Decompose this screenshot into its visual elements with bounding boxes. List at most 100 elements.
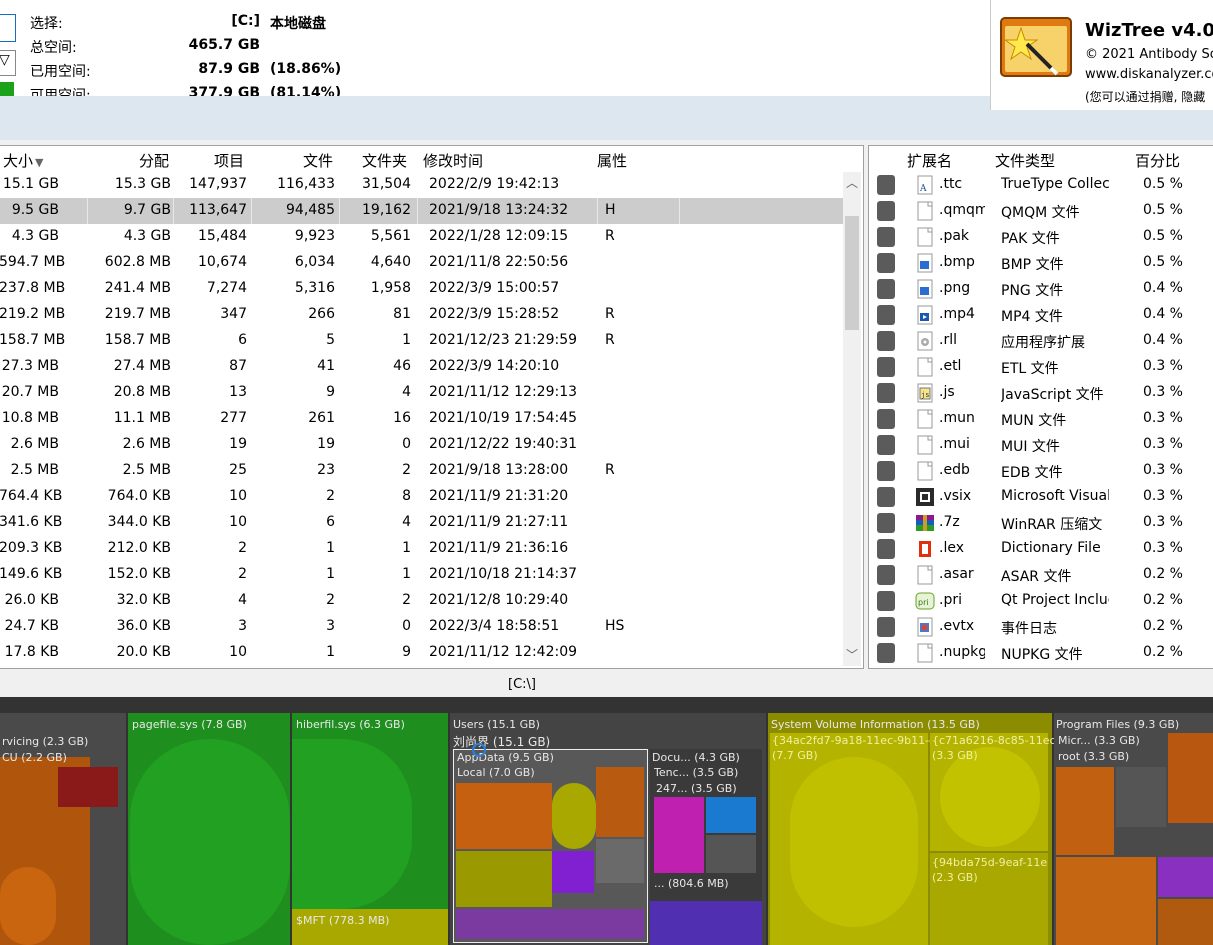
- extension-row[interactable]: .mui MUI 文件 0.3 %: [869, 432, 1213, 458]
- tm-local-gray[interactable]: [596, 839, 644, 883]
- table-row[interactable]: 10.8 MB 11.1 MB 277 261 16 2021/10/19 17:54:4…: [0, 406, 843, 432]
- extension-color-swatch[interactable]: [877, 513, 895, 533]
- tm-pf-orange2[interactable]: [1168, 733, 1213, 823]
- table-row[interactable]: 17.8 KB 20.0 KB 10 1 9 2021/11/12 12:42:09: [0, 640, 843, 666]
- column-items-header[interactable]: 项目: [214, 150, 244, 171]
- column-percent-header[interactable]: 百分比: [1135, 150, 1180, 171]
- extension-row[interactable]: .asar ASAR 文件 0.2 %: [869, 562, 1213, 588]
- tm-tencent-blue[interactable]: [706, 797, 756, 833]
- folder-table-scrollbar[interactable]: ︿ ﹀: [843, 172, 861, 666]
- extension-color-swatch[interactable]: [877, 435, 895, 455]
- extension-row[interactable]: .lex Dictionary File 0.3 %: [869, 536, 1213, 562]
- table-row[interactable]: 2.5 MB 2.5 MB 25 23 2 2021/9/18 13:28:00 R: [0, 458, 843, 484]
- table-row[interactable]: 4.3 GB 4.3 GB 15,484 9,923 5,561 2022/1/28 12…: [0, 224, 843, 250]
- tm-pf-orange[interactable]: [1056, 767, 1114, 855]
- extension-row[interactable]: A .ttc TrueType Collect 0.5 %: [869, 172, 1213, 198]
- extension-color-swatch[interactable]: [877, 565, 895, 585]
- column-size-header[interactable]: 大小 ▼: [3, 150, 43, 171]
- tm-local-purple[interactable]: [552, 851, 594, 893]
- tm-pf-purple[interactable]: [1158, 857, 1213, 897]
- scroll-down-icon[interactable]: ﹀: [846, 646, 858, 663]
- extension-color-swatch[interactable]: [877, 409, 895, 429]
- tm-tencent-magenta[interactable]: [654, 797, 704, 873]
- tm-pf-gray[interactable]: [1116, 767, 1166, 827]
- extension-row[interactable]: .qmqm QMQM 文件 0.5 %: [869, 198, 1213, 224]
- table-row[interactable]: 24.7 KB 36.0 KB 3 3 0 2022/3/4 18:58:51 HS: [0, 614, 843, 640]
- extension-row[interactable]: .mun MUN 文件 0.3 %: [869, 406, 1213, 432]
- tm-local-yellow[interactable]: [552, 783, 596, 849]
- column-folders-header[interactable]: 文件夹: [362, 150, 407, 171]
- extension-color-swatch[interactable]: [877, 201, 895, 221]
- tm-servicing-blob[interactable]: [0, 867, 56, 945]
- cell-file-type: MP4 文件: [1001, 309, 1063, 325]
- scroll-up-icon[interactable]: ︿: [846, 174, 858, 191]
- column-extension-header[interactable]: 扩展名: [907, 150, 952, 171]
- extension-row[interactable]: .mp4 MP4 文件 0.4 %: [869, 302, 1213, 328]
- table-row[interactable]: 237.8 MB 241.4 MB 7,274 5,316 1,958 2022/3/9 …: [0, 276, 843, 302]
- tm-label-local: Local (7.0 GB): [457, 766, 535, 779]
- extension-row[interactable]: .pak PAK 文件 0.5 %: [869, 224, 1213, 250]
- website-link[interactable]: www.diskanalyzer.con: [1085, 67, 1213, 82]
- column-modified-header[interactable]: 修改时间: [423, 150, 483, 171]
- extension-color-swatch[interactable]: [877, 643, 895, 663]
- table-row[interactable]: 15.1 GB 15.3 GB 147,937 116,433 31,504 2022/2…: [0, 172, 843, 198]
- extension-color-swatch[interactable]: [877, 539, 895, 559]
- extension-row[interactable]: .evtx 事件日志 0.2 %: [869, 614, 1213, 640]
- extension-row[interactable]: .vsix Microsoft Visual 0.3 %: [869, 484, 1213, 510]
- tm-pf-orange3[interactable]: [1056, 857, 1156, 945]
- extension-row[interactable]: .nupkg NUPKG 文件 0.2 %: [869, 640, 1213, 666]
- extension-row[interactable]: .etl ETL 文件 0.3 %: [869, 354, 1213, 380]
- extension-row[interactable]: .edb EDB 文件 0.3 %: [869, 458, 1213, 484]
- extension-row[interactable]: .png PNG 文件 0.4 %: [869, 276, 1213, 302]
- table-row[interactable]: 26.0 KB 32.0 KB 4 2 2 2021/12/8 10:29:40: [0, 588, 843, 614]
- table-row[interactable]: 2.6 MB 2.6 MB 19 19 0 2021/12/22 19:40:31: [0, 432, 843, 458]
- tm-pf-orange4[interactable]: [1158, 899, 1213, 945]
- copyright: © 2021 Antibody So: [1085, 47, 1213, 62]
- office-icon: [915, 539, 935, 559]
- extension-row[interactable]: js .js JavaScript 文件 0.3 %: [869, 380, 1213, 406]
- tm-local-orange[interactable]: [456, 783, 552, 849]
- extension-color-swatch[interactable]: [877, 357, 895, 377]
- table-row[interactable]: 158.7 MB 158.7 MB 6 5 1 2021/12/23 21:29:59 R: [0, 328, 843, 354]
- table-row[interactable]: 9.5 GB 9.7 GB 113,647 94,485 19,162 2021/9/18…: [0, 198, 843, 224]
- tm-local-yellow2[interactable]: [456, 851, 552, 907]
- extension-color-swatch[interactable]: [877, 617, 895, 637]
- table-row[interactable]: 594.7 MB 602.8 MB 10,674 6,034 4,640 2021/11/…: [0, 250, 843, 276]
- treemap[interactable]: rvicing (2.3 GB) CU (2.2 GB) pagefile.sy…: [0, 697, 1213, 945]
- column-file-type-header[interactable]: 文件类型: [995, 150, 1055, 171]
- extension-color-swatch[interactable]: [877, 305, 895, 325]
- tm-local-orange2[interactable]: [596, 767, 644, 837]
- table-row[interactable]: 341.6 KB 344.0 KB 10 6 4 2021/11/9 21:27:11: [0, 510, 843, 536]
- filter-button[interactable]: ▽: [0, 50, 16, 76]
- extension-color-swatch[interactable]: [877, 487, 895, 507]
- table-row[interactable]: 20.7 MB 20.8 MB 13 9 4 2021/11/12 12:29:13: [0, 380, 843, 406]
- extension-color-swatch[interactable]: [877, 591, 895, 611]
- select-drive-button[interactable]: [0, 14, 16, 42]
- column-allocated-header[interactable]: 分配: [139, 150, 169, 171]
- extension-row[interactable]: pri .pri Qt Project Incluc 0.2 %: [869, 588, 1213, 614]
- extension-color-swatch[interactable]: [877, 279, 895, 299]
- extension-color-swatch[interactable]: [877, 253, 895, 273]
- extension-color-swatch[interactable]: [877, 383, 895, 403]
- extension-row[interactable]: .rll 应用程序扩展 0.4 %: [869, 328, 1213, 354]
- extension-color-swatch[interactable]: [877, 175, 895, 195]
- tm-local-purple2[interactable]: [456, 909, 644, 939]
- column-attributes-header[interactable]: 属性: [597, 150, 627, 171]
- extension-row[interactable]: .7z WinRAR 压缩文 0.3 %: [869, 510, 1213, 536]
- table-row[interactable]: 27.3 MB 27.4 MB 87 41 46 2022/3/9 14:20:10: [0, 354, 843, 380]
- extension-color-swatch[interactable]: [877, 331, 895, 351]
- extension-color-swatch[interactable]: [877, 227, 895, 247]
- tm-servicing-red[interactable]: [58, 767, 118, 807]
- cell-folders: 9: [402, 644, 411, 660]
- wiztree-logo-icon[interactable]: [999, 12, 1073, 78]
- tm-documents-bottom[interactable]: [650, 901, 762, 945]
- table-row[interactable]: 209.3 KB 212.0 KB 2 1 1 2021/11/9 21:36:16: [0, 536, 843, 562]
- scrollbar-thumb[interactable]: [845, 216, 859, 330]
- table-row[interactable]: 764.4 KB 764.0 KB 10 2 8 2021/11/9 21:31:20: [0, 484, 843, 510]
- tm-tencent-gray[interactable]: [706, 835, 756, 873]
- table-row[interactable]: 149.6 KB 152.0 KB 2 1 1 2021/10/18 21:14:37: [0, 562, 843, 588]
- column-files-header[interactable]: 文件: [303, 150, 333, 171]
- extension-color-swatch[interactable]: [877, 461, 895, 481]
- table-row[interactable]: 219.2 MB 219.7 MB 347 266 81 2022/3/9 15:28:5…: [0, 302, 843, 328]
- extension-row[interactable]: .bmp BMP 文件 0.5 %: [869, 250, 1213, 276]
